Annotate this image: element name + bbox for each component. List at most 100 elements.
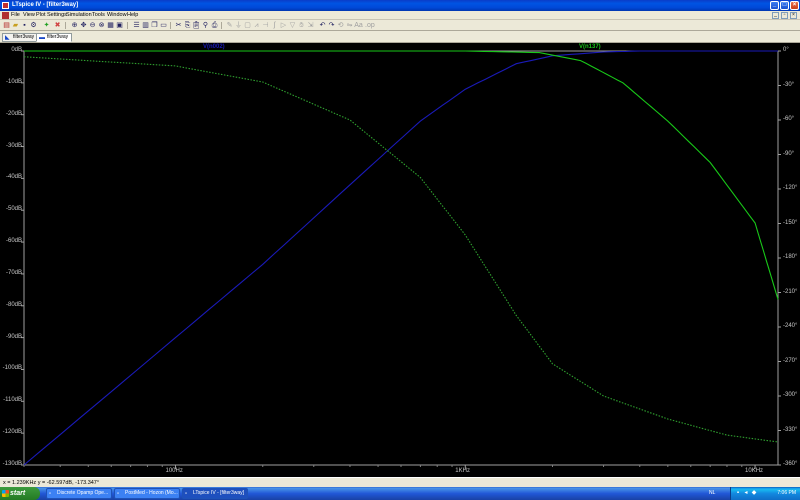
left-tick-label: -10dB [5, 78, 22, 85]
halt-icon[interactable]: ✖ [53, 21, 62, 30]
ltspice-window: LTspice IV - [filter3way] _ □ × File Vie… [0, 0, 800, 500]
autorange-icon[interactable]: ▦ [106, 21, 115, 30]
find-icon[interactable]: ⚲ [201, 21, 210, 30]
task-label: PostMed - Hozon (Mo... [125, 490, 178, 496]
undo-icon[interactable]: ↶ [318, 21, 327, 30]
system-tray: NL ▪ ◂ ◆ 7:06 PM [709, 487, 800, 500]
left-tick-label: -110dB [3, 397, 22, 404]
language-indicator[interactable]: NL [709, 490, 715, 496]
start-button[interactable]: start [0, 487, 40, 500]
maximize-button[interactable]: □ [780, 1, 789, 10]
minimize-button[interactable]: _ [770, 1, 779, 10]
tab-filter3way-schematic[interactable]: ◣ filter3way [2, 33, 39, 42]
menu-bar: File View Plot Settings Simulation Tools… [0, 11, 800, 20]
rotate-icon[interactable]: ⟲ [336, 21, 345, 30]
left-tick-label: -120dB [2, 429, 22, 436]
toolbar-separator [65, 22, 66, 29]
plot-canvas[interactable] [0, 43, 800, 477]
pan-icon[interactable]: ✥ [79, 21, 88, 30]
app-icon: ▫ [117, 491, 120, 497]
left-tick-label: -30dB [5, 142, 22, 149]
trace-label-vn137[interactable]: V(n137) [579, 44, 601, 50]
right-tick-label: -90° [783, 150, 795, 157]
trace-label-vn002[interactable]: V(n002) [203, 44, 225, 50]
waveform-icon: ▬ [39, 35, 45, 41]
drag-icon[interactable]: ⇲ [306, 21, 315, 30]
open-icon[interactable]: ▰ [11, 21, 20, 30]
mdi-minimize-button[interactable]: _ [772, 12, 779, 19]
new-schematic-icon[interactable]: ▤ [2, 21, 11, 30]
ltspice-icon: ▫ [185, 491, 188, 497]
start-label: start [10, 490, 26, 497]
schematic-icon: ◣ [5, 35, 10, 41]
copy-icon[interactable]: ⎘ [183, 21, 192, 30]
text-icon[interactable]: Aa [354, 21, 363, 30]
right-tick-label: -360° [783, 461, 798, 467]
close-all-icon[interactable]: ▭ [159, 21, 168, 30]
diode-icon[interactable]: ▷ [279, 21, 288, 30]
tile-horizontal-icon[interactable]: ☰ [132, 21, 141, 30]
label-icon[interactable]: ▢ [243, 21, 252, 30]
zoom-in-icon[interactable]: ⊕ [70, 21, 79, 30]
x-tick-label: 10KHz [745, 468, 764, 474]
move-icon[interactable]: ✋︎ [297, 21, 306, 30]
menu-plot-settings[interactable]: Plot Settings [36, 12, 67, 18]
resistor-icon[interactable]: ⩘ [252, 21, 261, 30]
clock: 7:06 PM [777, 490, 796, 496]
waveform-plot[interactable]: V(n002) V(n137) 0dB -10dB -20dB -30dB -40dB -… [0, 43, 800, 477]
left-tick-label: -80dB [5, 301, 22, 308]
spice-directive-icon[interactable]: .op [365, 21, 375, 30]
toolbar-separator [127, 22, 128, 29]
x-tick-label: 1KHz [455, 468, 470, 474]
taskbar-item-ltspice[interactable]: ▫ LTspice IV - [filter3way] [182, 488, 248, 499]
document-icon[interactable] [2, 12, 9, 19]
wire-icon[interactable]: ✎ [225, 21, 234, 30]
zoom-out-icon[interactable]: ⊖ [88, 21, 97, 30]
mirror-icon[interactable]: ⇋ [345, 21, 354, 30]
app-icon[interactable] [2, 2, 9, 9]
toolbar-separator [170, 22, 171, 29]
menu-window[interactable]: Window [107, 12, 127, 18]
inductor-icon[interactable]: ʃ [270, 21, 279, 30]
settings-icon[interactable]: ⚙ [29, 21, 38, 30]
trace-v-n002- [23, 50, 778, 466]
menu-file[interactable]: File [11, 12, 20, 18]
right-tick-label: -300° [783, 392, 798, 398]
right-tick-label: -180° [783, 254, 798, 260]
menu-help[interactable]: Help [127, 12, 138, 18]
ground-icon[interactable]: ⏚ [234, 21, 243, 30]
mdi-close-button[interactable]: × [790, 12, 797, 19]
taskbar-item-postmed[interactable]: ▫ PostMed - Hozon (Mo... [114, 488, 180, 499]
tile-vertical-icon[interactable]: ▥ [141, 21, 150, 30]
cut-icon[interactable]: ✂ [174, 21, 183, 30]
save-icon[interactable]: ▪ [20, 21, 29, 30]
close-button[interactable]: × [790, 1, 799, 10]
left-tick-label: 0dB [11, 47, 22, 53]
security-icon[interactable]: ◆ [751, 490, 757, 496]
menu-view[interactable]: View [23, 12, 35, 18]
zoom-fit-icon[interactable]: ⊗ [97, 21, 106, 30]
paste-icon[interactable]: 📋︎ [192, 21, 201, 30]
network-icon[interactable]: ▪ [735, 490, 741, 496]
component-icon[interactable]: ▽ [288, 21, 297, 30]
cascade-icon[interactable]: ❐ [150, 21, 159, 30]
print-icon[interactable]: ⎙ [210, 21, 219, 30]
right-tick-label: -210° [783, 288, 798, 295]
tab-filter3way-plot[interactable]: ▬ filter3way [36, 33, 73, 42]
left-tick-label: -130dB [2, 461, 22, 467]
right-tick-label: 0° [783, 47, 789, 53]
right-tick-label: -30° [783, 81, 795, 88]
volume-icon[interactable]: ◂ [743, 490, 749, 496]
run-icon[interactable]: ✦ [42, 21, 51, 30]
left-tick-label: -90dB [5, 333, 22, 340]
tab-label: filter3way [47, 34, 69, 40]
redo-icon[interactable]: ↷ [327, 21, 336, 30]
menu-simulation[interactable]: Simulation [66, 12, 92, 18]
taskbar-item-discrete-opamp[interactable]: ▫ Discrete Opamp Ope... [46, 488, 112, 499]
mdi-restore-button[interactable]: ▫ [781, 12, 788, 19]
menu-tools[interactable]: Tools [92, 12, 105, 18]
toolbar-separator [221, 22, 222, 29]
capacitor-icon[interactable]: ⊣ [261, 21, 270, 30]
zoom-extents-icon[interactable]: ▣ [115, 21, 124, 30]
windows-logo-icon [2, 490, 9, 497]
